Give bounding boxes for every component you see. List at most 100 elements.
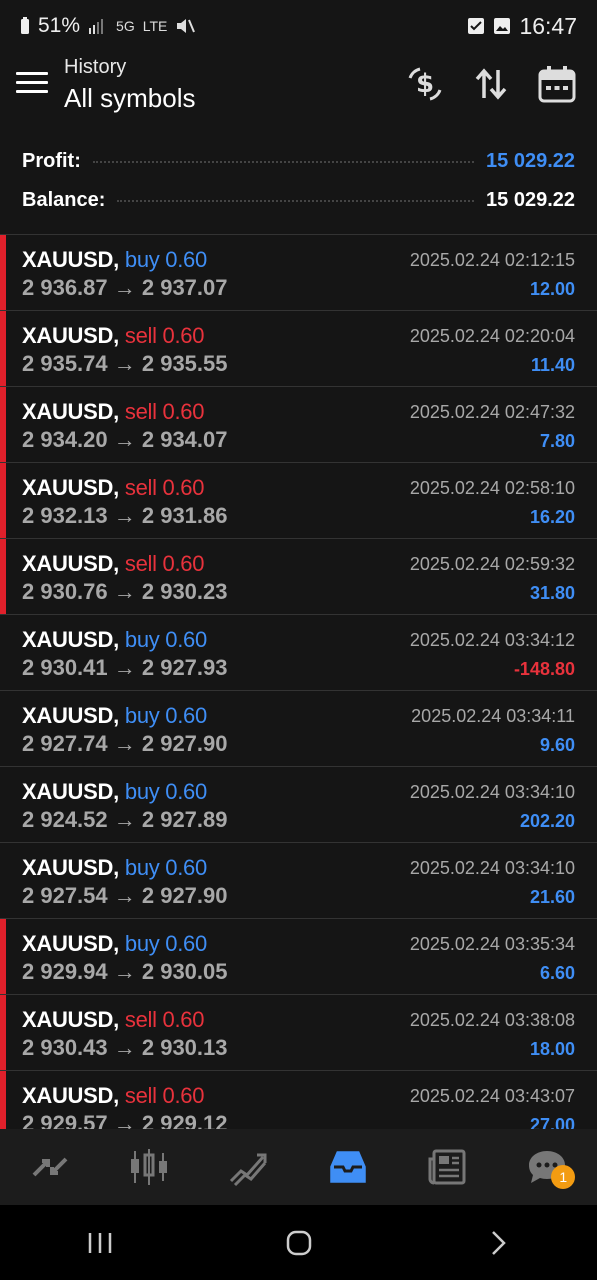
trade-row[interactable]: XAUUSD, buy 0.60 2 927.54 → 2 927.90 2025.0…	[0, 843, 597, 919]
home-icon	[286, 1230, 311, 1255]
trade-marker-bar	[0, 463, 6, 538]
trade-profit: 7.80	[539, 431, 575, 451]
trade-symbol: XAUUSD,	[22, 1083, 119, 1108]
trade-marker-bar	[0, 995, 6, 1070]
trade-row[interactable]: XAUUSD, sell 0.60 2 930.43 → 2 930.13 2025.…	[0, 995, 597, 1071]
trade-symbol: XAUUSD,	[22, 475, 119, 500]
network-type: 5G	[116, 18, 135, 34]
trade-time: 2025.02.24 03:34:10	[409, 782, 575, 802]
home-button[interactable]	[269, 1213, 329, 1273]
calendar-icon[interactable]	[537, 64, 577, 104]
trade-time: 2025.02.24 02:12:15	[409, 250, 575, 270]
history-icon	[330, 1151, 366, 1183]
trade-symbol: XAUUSD,	[22, 551, 119, 576]
profit-value: 15 029.22	[486, 149, 575, 172]
trade-symbol-line: XAUUSD, sell 0.60	[22, 323, 204, 349]
trade-row[interactable]: XAUUSD, buy 0.60 2 924.52 → 2 927.89 2025.0…	[0, 767, 597, 843]
trade-profit: -148.80	[513, 659, 575, 679]
trade-row[interactable]: XAUUSD, sell 0.60 2 932.13 → 2 931.86 2025.…	[0, 463, 597, 539]
bottom-nav: 1	[0, 1129, 597, 1205]
trade-row[interactable]: XAUUSD, sell 0.60 2 935.74 → 2 935.55 2025.…	[0, 311, 597, 387]
battery-icon	[21, 17, 29, 34]
trade-row[interactable]: XAUUSD, buy 0.60 2 930.41 → 2 927.93 2025.0…	[0, 615, 597, 691]
trade-side: buy 0.60	[124, 931, 207, 956]
trade-symbol-line: XAUUSD, buy 0.60	[22, 931, 207, 957]
trade-prices: 2 934.20 → 2 934.07	[22, 427, 228, 452]
trade-side: buy 0.60	[124, 779, 207, 804]
system-nav-bar	[0, 1205, 597, 1280]
trade-marker-bar	[0, 235, 6, 310]
trade-row[interactable]: XAUUSD, buy 0.60 2 927.74 → 2 927.90 2025.0…	[0, 691, 597, 767]
trade-prices: 2 936.87 → 2 937.07	[22, 275, 228, 300]
trade-icon	[229, 1153, 267, 1187]
menu-button[interactable]	[16, 72, 48, 100]
trade-side: buy 0.60	[124, 247, 207, 272]
currency-exchange-icon[interactable]: $	[405, 64, 445, 104]
quotes-icon	[32, 1157, 68, 1177]
trade-row[interactable]: XAUUSD, sell 0.60 2 930.76 → 2 930.23 2025.…	[0, 539, 597, 615]
trade-time: 2025.02.24 02:47:32	[409, 402, 575, 422]
nav-trade[interactable]	[223, 1141, 275, 1193]
trade-symbol-line: XAUUSD, buy 0.60	[22, 703, 207, 729]
trade-symbol: XAUUSD,	[22, 323, 119, 348]
trade-symbol: XAUUSD,	[22, 779, 119, 804]
trade-profit: 11.40	[530, 355, 575, 375]
back-button[interactable]	[468, 1213, 528, 1273]
nav-messages[interactable]: 1	[521, 1141, 576, 1193]
dotted-divider	[117, 199, 475, 202]
balance-row: Balance: 15 029.22	[22, 183, 575, 217]
trade-prices: 2 927.54 → 2 927.90	[22, 883, 228, 908]
battery-level: 51%	[38, 14, 81, 37]
trade-history-list[interactable]: XAUUSD, buy 0.60 2 936.87 → 2 937.07 2025.0…	[0, 234, 597, 1130]
trade-side: sell 0.60	[124, 1007, 205, 1032]
back-icon	[491, 1230, 506, 1255]
trade-symbol-line: XAUUSD, buy 0.60	[22, 247, 207, 273]
trade-prices: 2 930.43 → 2 930.13	[22, 1035, 228, 1060]
gallery-notification-icon	[494, 18, 511, 34]
trade-time: 2025.02.24 03:35:34	[409, 934, 575, 954]
trade-symbol-line: XAUUSD, sell 0.60	[22, 475, 204, 501]
trade-row[interactable]: XAUUSD, sell 0.60 2 929.57 → 2 929.12 2025.…	[0, 1071, 597, 1130]
balance-value: 15 029.22	[486, 188, 575, 211]
sort-icon[interactable]	[471, 64, 511, 104]
trade-symbol-line: XAUUSD, sell 0.60	[22, 1007, 204, 1033]
recent-apps-button[interactable]	[70, 1213, 130, 1273]
trade-profit: 16.20	[529, 507, 575, 527]
balance-label: Balance:	[22, 188, 106, 211]
trade-prices: 2 930.76 → 2 930.23	[22, 579, 228, 604]
nav-history[interactable]	[322, 1141, 374, 1193]
page-title[interactable]: All symbols	[64, 83, 195, 114]
trade-symbol: XAUUSD,	[22, 1007, 119, 1032]
volte-indicator: LTE	[142, 18, 168, 34]
clock: 16:47	[519, 12, 577, 39]
trade-time: 2025.02.24 02:20:04	[409, 326, 575, 346]
trade-row[interactable]: XAUUSD, buy 0.60 2 936.87 → 2 937.07 2025.0…	[0, 235, 597, 311]
trade-marker-bar	[0, 387, 6, 462]
trade-symbol: XAUUSD,	[22, 247, 119, 272]
profit-row: Profit: 15 029.22	[22, 144, 575, 178]
account-summary: Profit: 15 029.22 Balance: 15 029.22	[0, 140, 597, 232]
checkbox-notification-icon	[468, 18, 485, 34]
trade-profit: 18.00	[529, 1039, 575, 1059]
trade-profit: 6.60	[539, 963, 575, 983]
trade-symbol-line: XAUUSD, buy 0.60	[22, 855, 207, 881]
trade-row[interactable]: XAUUSD, buy 0.60 2 929.94 → 2 930.05 2025.0…	[0, 919, 597, 995]
trade-profit: 21.60	[529, 887, 575, 907]
trade-side: sell 0.60	[124, 475, 205, 500]
nav-chart[interactable]	[123, 1141, 175, 1193]
trade-time: 2025.02.24 02:58:10	[409, 478, 575, 498]
title-block: History All symbols	[64, 56, 195, 114]
trade-row[interactable]: XAUUSD, sell 0.60 2 934.20 → 2 934.07 2025.…	[0, 387, 597, 463]
trade-prices: 2 929.57 → 2 929.12	[22, 1111, 228, 1130]
trade-symbol-line: XAUUSD, sell 0.60	[22, 551, 204, 577]
trade-side: sell 0.60	[124, 1083, 205, 1108]
svg-text:$: $	[416, 69, 434, 99]
nav-news[interactable]	[422, 1141, 474, 1193]
app-header: History All symbols $	[0, 52, 597, 132]
trade-symbol: XAUUSD,	[22, 627, 119, 652]
trade-time: 2025.02.24 03:43:07	[409, 1086, 575, 1106]
page-subtitle: History	[64, 56, 127, 78]
status-right: 16:47	[467, 13, 577, 40]
trade-symbol: XAUUSD,	[22, 399, 119, 424]
nav-quotes[interactable]	[24, 1141, 76, 1193]
